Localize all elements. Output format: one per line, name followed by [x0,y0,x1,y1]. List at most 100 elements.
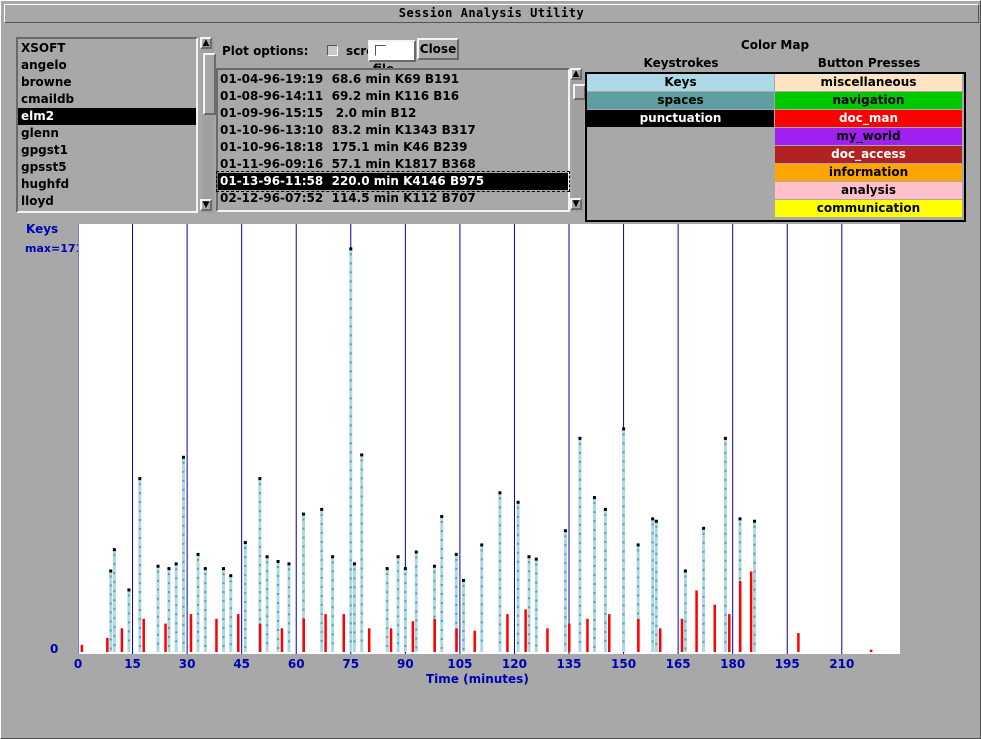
space-mark [702,541,705,544]
space-mark [702,604,705,607]
space-mark [517,587,520,590]
space-mark [651,613,654,616]
space-mark [386,591,389,594]
space-mark [113,626,116,629]
space-mark [462,629,465,632]
space-mark [157,606,160,609]
space-mark [622,550,625,553]
session-list-item[interactable]: 01-04-96-19:19 68.6 min K69 B191 [218,71,568,88]
session-list-item[interactable]: 02-12-96-07:52 114.5 min K112 B707 [218,190,568,207]
user-list-item[interactable]: elm2 [18,108,196,125]
space-mark [564,553,567,556]
space-mark [655,570,658,573]
space-mark [320,549,323,552]
user-list-item[interactable]: gpgst1 [18,142,196,159]
space-mark [349,370,352,373]
button-swatch: communication [775,200,962,217]
button-swatch: my_world [775,128,962,145]
session-list[interactable]: 01-04-96-19:19 68.6 min K69 B191 01-08-96… [216,68,570,212]
scroll-down-arrow-icon[interactable]: ▼ [200,199,212,211]
space-mark [360,558,363,561]
space-mark [157,588,160,591]
session-list-item[interactable]: 01-08-96-14:11 69.2 min K116 B16 [218,88,568,105]
space-mark [593,646,596,649]
space-mark [593,511,596,514]
doc-man-bar [280,628,284,652]
file-toggle[interactable]: file [368,40,416,76]
space-mark [258,528,261,531]
scroll-down-arrow-icon[interactable]: ▼ [570,198,582,210]
space-mark [349,307,352,310]
space-mark [462,620,465,623]
space-mark [331,579,334,582]
space-mark [753,606,756,609]
doc-man-bar [120,628,124,652]
file-checkbox[interactable] [375,45,386,56]
space-mark [197,585,200,588]
space-mark [204,627,207,630]
space-mark [415,610,418,613]
punctuation-mark [480,543,484,547]
space-mark [258,546,261,549]
space-mark [182,524,185,527]
space-mark [651,631,654,634]
space-mark [651,523,654,526]
space-mark [753,570,756,573]
space-mark [724,505,727,508]
space-mark [349,442,352,445]
space-mark [753,561,756,564]
user-list-item[interactable]: hughfd [18,176,196,193]
session-list-item[interactable]: 01-10-96-18:18 175.1 min K46 B239 [218,139,568,156]
user-list[interactable]: XSOFT angelo browne cmaildb elm2 glenn gpgst1 g… [16,37,198,213]
doc-man-bar [713,604,717,652]
session-list-item[interactable]: 01-11-96-09:16 57.1 min K1817 B368 [218,156,568,173]
session-list-item[interactable]: 01-13-96-11:58 220.0 min K4146 B975 [216,171,570,192]
space-mark [182,479,185,482]
space-mark [113,581,116,584]
space-mark [138,546,141,549]
space-mark [349,289,352,292]
scroll-up-arrow-icon[interactable]: ▲ [200,37,212,49]
space-mark [360,540,363,543]
scroll-thumb[interactable] [203,53,216,115]
space-mark [440,602,443,604]
space-mark [702,586,705,589]
space-mark [182,569,185,572]
space-mark [480,558,483,561]
space-mark [480,549,483,552]
user-list-item[interactable]: browne [18,74,196,91]
session-list-item[interactable]: 01-10-96-13:10 83.2 min K1343 B317 [218,122,568,139]
screen-checkbox[interactable] [326,45,338,56]
space-mark [204,636,207,639]
doc-man-bar [797,633,800,652]
close-button[interactable]: Close [417,38,459,60]
key-bar [480,545,484,652]
space-mark [204,618,207,621]
user-list-item[interactable]: glenn [18,125,196,142]
space-mark [138,645,141,648]
user-list-item[interactable]: angelo [18,57,196,74]
space-mark [578,595,581,598]
button-swatch: doc_access [775,146,962,163]
space-mark [229,607,232,610]
user-list-scrollbar[interactable]: ▲ ▼ [200,37,216,213]
x-tick-label: 150 [611,657,637,671]
session-list-scrollbar[interactable]: ▲ ▼ [570,68,586,212]
space-mark [244,628,247,631]
space-mark [229,625,232,628]
user-list-item[interactable]: cmaildb [18,91,196,108]
space-mark [175,640,178,643]
user-list-item[interactable]: XSOFT [18,40,196,57]
space-mark [138,582,141,585]
user-list-item[interactable]: gpsst5 [18,159,196,176]
space-mark [360,621,363,624]
space-mark [578,505,581,508]
space-mark [258,609,261,612]
space-mark [440,638,443,640]
user-list-item[interactable]: lloyd [18,193,196,210]
space-mark [167,627,170,630]
scroll-up-arrow-icon[interactable]: ▲ [570,68,582,80]
space-mark [415,574,418,577]
doc-man-bar [869,649,873,652]
session-list-item[interactable]: 01-09-96-15:15 2.0 min B12 [218,105,568,122]
